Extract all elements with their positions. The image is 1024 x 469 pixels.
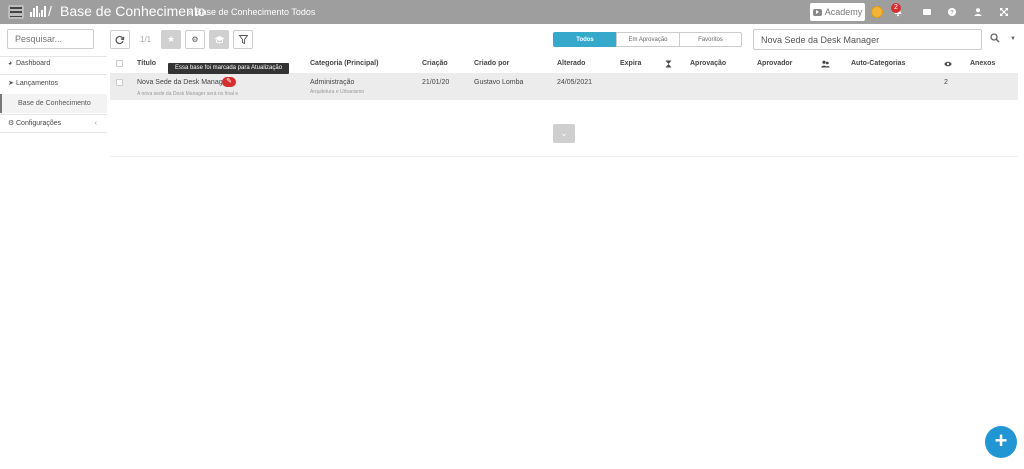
logo-icon xyxy=(30,6,46,17)
column-header-category[interactable]: Categoria (Principal) xyxy=(310,60,378,67)
sidebar-search-input[interactable] xyxy=(7,29,94,49)
settings-button[interactable]: ⚙ xyxy=(185,30,205,49)
user-icon[interactable] xyxy=(972,7,984,17)
refresh-button[interactable] xyxy=(110,30,130,49)
svg-text:?: ? xyxy=(950,11,954,17)
academy-button[interactable]: Academy xyxy=(810,3,865,21)
column-header-expires[interactable]: Expira xyxy=(620,60,641,67)
breadcrumb[interactable]: » Base de Conhecimento Todos xyxy=(188,7,315,17)
row-checkbox[interactable] xyxy=(116,79,123,86)
table-row[interactable] xyxy=(110,73,1018,100)
search-icon[interactable] xyxy=(990,33,1000,43)
refresh-icon xyxy=(115,35,125,44)
column-header-attachments[interactable]: Anexos xyxy=(970,60,995,67)
top-header: / Base de Conhecimento » Base de Conheci… xyxy=(0,0,1024,24)
tab-todos[interactable]: Todos xyxy=(553,32,617,47)
sidebar-item-label: Dashboard xyxy=(16,60,51,67)
graduation-button[interactable] xyxy=(209,30,229,49)
sidebar-divider xyxy=(0,132,107,133)
sidebar-item-label: Lançamentos xyxy=(16,80,59,87)
page-title: Base de Conhecimento xyxy=(60,3,206,19)
chat-icon[interactable] xyxy=(921,7,933,17)
graduation-cap-icon xyxy=(214,36,224,44)
row-views: 2 xyxy=(944,79,948,86)
load-more-button[interactable]: ⌄ xyxy=(553,124,575,143)
notification-badge: 2 xyxy=(891,3,901,13)
row-subcategory: Arquitetura e Urbanismo xyxy=(310,89,365,95)
column-header-title[interactable]: Título xyxy=(137,60,156,67)
sidebar-item-base-conhecimento[interactable]: Base de Conhecimento xyxy=(0,94,107,113)
youtube-icon xyxy=(812,8,822,16)
dashboard-icon: ◕ xyxy=(8,60,13,67)
header-separator: / xyxy=(48,3,52,19)
tab-favoritos[interactable]: Favoritos xyxy=(679,32,742,47)
column-header-auto-categories[interactable]: Auto-Categorias xyxy=(851,60,905,67)
wrench-icon[interactable]: ✎ xyxy=(222,77,236,87)
pagination-indicator: 1/1 xyxy=(140,35,152,44)
sidebar-item-label: Configurações xyxy=(16,120,62,127)
row-changed: 24/05/2021 xyxy=(557,79,593,86)
chevron-down-icon: ⌄ xyxy=(560,128,568,138)
sidebar-item-label: Base de Conhecimento xyxy=(18,100,91,107)
expand-icon[interactable] xyxy=(998,7,1010,17)
column-header-approver[interactable]: Aprovador xyxy=(757,60,792,67)
star-icon: ★ xyxy=(166,34,176,44)
menu-icon[interactable] xyxy=(8,5,24,19)
filter-button[interactable] xyxy=(233,30,253,49)
avatar[interactable] xyxy=(871,6,883,18)
sidebar-item-lancamentos[interactable]: ➤ Lançamentos xyxy=(0,75,107,93)
select-all-checkbox[interactable] xyxy=(116,60,123,67)
table-bottom-divider xyxy=(110,156,1018,157)
tab-em-aprovacao[interactable]: Em Aprovação xyxy=(616,32,680,47)
sidebar-item-dashboard[interactable]: ◕ Dashboard xyxy=(0,55,107,73)
paper-plane-icon: ➤ xyxy=(8,80,14,87)
chevron-down-icon[interactable]: ▼ xyxy=(1010,36,1016,42)
help-icon[interactable]: ? xyxy=(946,7,958,17)
column-header-created-by[interactable]: Criado por xyxy=(474,60,509,67)
column-header-approval[interactable]: Aprovação xyxy=(690,60,726,67)
add-button[interactable]: + xyxy=(985,426,1017,458)
academy-label: Academy xyxy=(824,7,863,17)
gear-icon: ⚙ xyxy=(8,120,15,127)
row-created: 21/01/20 xyxy=(422,79,450,86)
knowledge-search-input[interactable]: Nova Sede da Desk Manager xyxy=(753,29,982,50)
gears-icon: ⚙ xyxy=(191,35,199,44)
chevron-left-icon: ‹ xyxy=(94,120,97,127)
filter-icon xyxy=(238,35,248,44)
row-created-by: Gustavo Lomba xyxy=(474,79,524,86)
eye-icon[interactable] xyxy=(944,61,952,67)
hourglass-icon[interactable] xyxy=(665,60,672,68)
column-header-created[interactable]: Criação xyxy=(422,60,448,67)
sidebar-item-configuracoes[interactable]: ⚙ Configurações ‹ xyxy=(0,115,107,133)
column-header-changed[interactable]: Alterado xyxy=(557,60,585,67)
favorite-button[interactable]: ★ xyxy=(161,30,181,49)
row-title[interactable]: Nova Sede da Desk Manager xyxy=(137,79,229,86)
update-tooltip: Essa base foi marcada para Atualização xyxy=(168,63,289,74)
users-icon[interactable] xyxy=(821,60,830,68)
row-excerpt: A nova sede da Desk Manager será no fina… xyxy=(137,91,239,97)
row-category: Administração xyxy=(310,79,355,86)
